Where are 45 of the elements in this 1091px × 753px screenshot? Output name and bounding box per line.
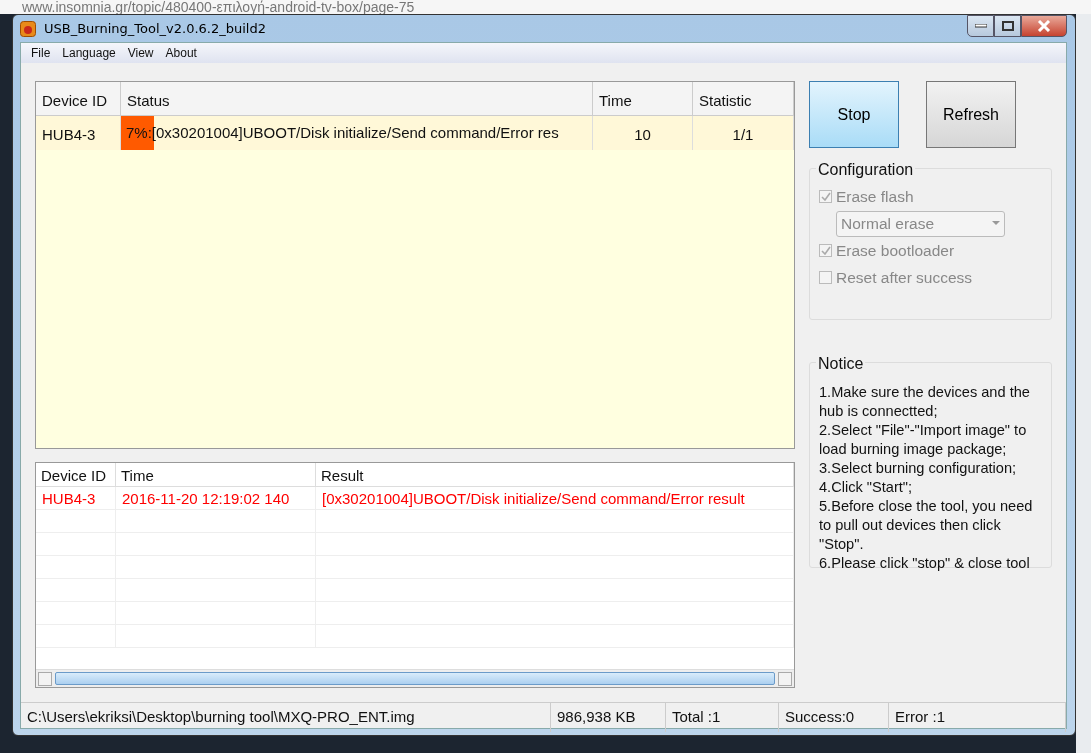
table-cell: 2016-11-20 12:19:02 140 [116,487,316,510]
checkbox-label: Erase bootloader [836,240,955,261]
address-bar-text: www.insomnia.gr/topic/480400-επιλογή-android-tv-box/page-75 [22,0,415,14]
column-header: Time [593,82,693,116]
close-button[interactable] [1021,15,1067,37]
action-button[interactable]: Refresh [926,81,1016,148]
window-title: USB_Burning_Tool_v2.0.6.2_build2 [44,19,266,38]
table-cell: [0x30201004]UBOOT/Disk initialize/Send command/Error result [316,487,794,510]
notice-text: 6.Please click "stop" & close tool [819,554,1031,573]
status-text: Error :1 [889,703,1066,732]
notice-text: 3.Select burning configuration; [819,459,1018,478]
status-text: Success:0 [779,703,889,732]
maximize-icon [1001,21,1014,31]
status-text: 986,938 KB [551,703,666,732]
menu-item[interactable]: About [159,44,203,62]
status-text: C:\Users\ekriksi\Desktop\burning tool\MXQ-PRO_ENT.img [21,703,551,732]
column-header: Device ID [36,463,116,487]
checkbox-label: Reset after success [836,267,973,288]
column-header: Status [121,82,593,116]
checkbox-label: Erase flash [836,186,914,207]
table-cell: HUB4-3 [36,116,121,150]
menu-item[interactable]: Language [56,44,122,62]
notice-text: 2.Select "File"-"Import image" to load burning image package; [819,421,1028,459]
notice-text: 1.Make sure the devices and the hub is connectted; [819,383,1031,421]
column-header: Result [316,463,794,487]
column-header: Time [116,463,316,487]
horizontal-scrollbar[interactable] [36,669,794,687]
menu-item[interactable]: View [121,44,160,62]
caret-icon [992,221,1000,226]
app-icon [20,20,36,37]
table-cell: HUB4-3 [36,487,116,510]
menu-item[interactable]: File [25,44,57,62]
minimize-button[interactable] [967,15,994,37]
progress-percent: 7% [125,124,148,142]
notice-text: 4.Click "Start"; [819,478,914,497]
notice-text: 5.Before close the tool, you need to pull out devices then click "Stop". [819,497,1034,554]
table-cell: 10 [593,116,693,150]
column-header: Statistic [693,82,794,116]
maximize-button[interactable] [994,15,1021,37]
column-header: Device ID [36,82,121,116]
status-text: Total :1 [666,703,779,732]
table-cell: 1/1 [693,116,794,150]
minimize-icon [974,24,987,28]
close-icon [1037,20,1051,32]
action-button[interactable]: Stop [809,81,899,148]
